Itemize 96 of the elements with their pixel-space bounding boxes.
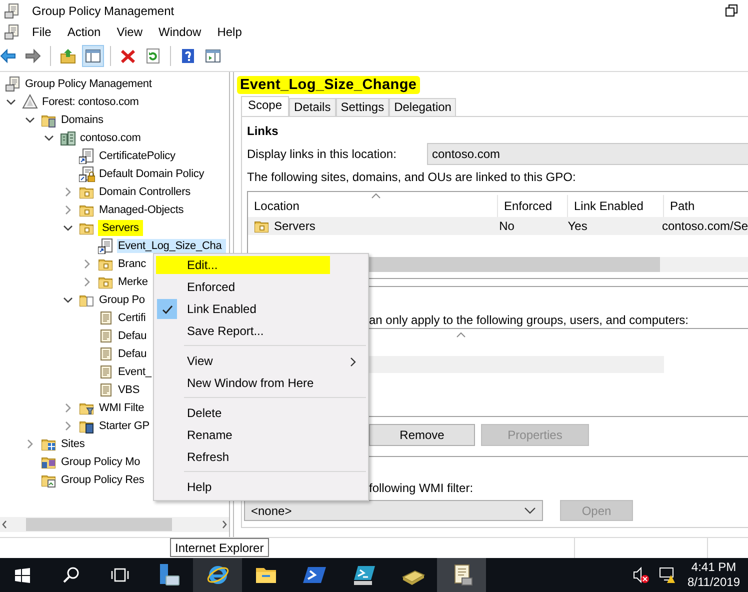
location-field[interactable]: contoso.com bbox=[427, 143, 748, 165]
tab[interactable]: Delegation bbox=[389, 98, 456, 116]
menu-item[interactable]: File bbox=[24, 22, 60, 40]
triangle-icon bbox=[22, 94, 38, 110]
toolbar-button[interactable] bbox=[82, 45, 104, 67]
tree-item[interactable]: Managed-Objects bbox=[98, 203, 185, 217]
tree-item[interactable]: Starter GP bbox=[98, 419, 150, 433]
folder-up-icon bbox=[60, 48, 76, 64]
delete-icon bbox=[120, 48, 136, 64]
console-icon bbox=[4, 24, 20, 40]
clock-date[interactable]: 8/11/2019 bbox=[688, 575, 740, 590]
table-cell-text: contoso.com/Se bbox=[660, 219, 748, 233]
browser-globe-icon[interactable] bbox=[206, 563, 230, 587]
menu-item[interactable]: View bbox=[154, 350, 368, 372]
remove-button[interactable]: Remove bbox=[369, 424, 475, 446]
menu-item[interactable]: Action bbox=[59, 22, 109, 40]
task-view-icon[interactable] bbox=[110, 566, 130, 584]
tree-item[interactable]: Defau bbox=[117, 347, 148, 361]
tooltip-text: Internet Explorer bbox=[175, 540, 264, 554]
column-header[interactable]: Path bbox=[664, 195, 748, 217]
menu-item[interactable]: Rename bbox=[154, 424, 368, 446]
restore-icon[interactable] bbox=[724, 2, 740, 18]
menu-item[interactable]: Link Enabled bbox=[154, 298, 368, 320]
refresh-icon bbox=[145, 48, 161, 64]
description-text: following WMI filter: bbox=[369, 481, 474, 495]
scroll-icon bbox=[98, 364, 114, 380]
forward-arrow-icon bbox=[25, 48, 41, 64]
wmi-filter-dropdown[interactable]: <none> bbox=[244, 500, 543, 521]
dropdown-chevron-icon[interactable] bbox=[524, 506, 536, 515]
menu-item[interactable]: Help bbox=[209, 22, 250, 40]
network-warning-icon[interactable] bbox=[658, 566, 676, 584]
menu-item[interactable]: Delete bbox=[154, 402, 368, 424]
description-text: an only apply to the following groups, users, and computers: bbox=[369, 313, 690, 327]
pane-icon bbox=[85, 48, 101, 64]
menu-item[interactable]: Enforced bbox=[154, 276, 368, 298]
tree-item[interactable]: Group Policy Mo bbox=[60, 455, 142, 469]
section-heading: Links bbox=[247, 123, 280, 140]
table-cell: Servers bbox=[274, 219, 316, 233]
menu-item[interactable]: Refresh bbox=[154, 446, 368, 468]
terminal-icon[interactable] bbox=[352, 563, 376, 587]
tab[interactable]: Settings bbox=[336, 98, 390, 116]
volume-muted-icon[interactable] bbox=[632, 566, 650, 584]
console-icon bbox=[5, 76, 21, 92]
tree-item[interactable]: WMI Filte bbox=[98, 401, 146, 415]
tree-item[interactable]: contoso.com bbox=[79, 131, 142, 145]
pane-icon bbox=[205, 48, 221, 64]
scroll-icon bbox=[98, 310, 114, 326]
window-title: Group Policy Management bbox=[32, 4, 174, 18]
tree-item[interactable]: Domain Controllers bbox=[98, 185, 192, 199]
help-icon bbox=[180, 48, 196, 64]
tree-item[interactable]: CertificatePolicy bbox=[98, 149, 176, 163]
scroll-icon bbox=[98, 328, 114, 344]
menu-item[interactable]: Window bbox=[150, 22, 210, 40]
menu-item[interactable]: Save Report... bbox=[154, 320, 368, 342]
menu-item[interactable]: Help bbox=[154, 476, 368, 498]
check-icon bbox=[160, 304, 174, 314]
menu-item[interactable]: New Window from Here bbox=[154, 372, 368, 394]
tree-item[interactable]: Defau bbox=[117, 329, 148, 343]
table-caption: The following sites, domains, and OUs are linked to this GPO: bbox=[247, 170, 577, 184]
horizontal-scrollbar[interactable] bbox=[0, 517, 229, 532]
tree-item[interactable]: Servers bbox=[98, 220, 143, 236]
tree-item[interactable]: Group Po bbox=[98, 293, 146, 307]
console-icon bbox=[4, 2, 20, 18]
field-label: Display links in this location: bbox=[247, 147, 398, 161]
sort-icon[interactable] bbox=[456, 332, 466, 338]
tree-item[interactable]: Group Policy Res bbox=[60, 473, 146, 487]
clock-time[interactable]: 4:41 PM bbox=[691, 560, 736, 575]
windows-logo-icon[interactable] bbox=[14, 566, 31, 584]
building-icon bbox=[60, 130, 76, 146]
tree-item[interactable]: Domains bbox=[60, 113, 104, 127]
tree-item[interactable]: Event_Log_Size_Cha bbox=[117, 239, 226, 253]
tab[interactable]: Details bbox=[289, 98, 336, 116]
tree-item[interactable]: Default Domain Policy bbox=[98, 167, 206, 181]
shortcut-document-icon bbox=[98, 238, 114, 254]
scroll-right-icon[interactable] bbox=[220, 519, 229, 530]
scroll-left-icon[interactable] bbox=[0, 519, 9, 530]
table-cell-text: No bbox=[498, 219, 516, 233]
gpo-title: Event_Log_Size_Change bbox=[237, 76, 420, 94]
tree-item[interactable]: Certifi bbox=[117, 311, 147, 325]
tree-item[interactable]: Branc bbox=[117, 257, 147, 271]
tree-item[interactable]: Sites bbox=[60, 437, 86, 451]
tree-item[interactable]: Group Policy Management bbox=[24, 77, 153, 91]
table-cell-text: Yes bbox=[566, 219, 588, 233]
tree-item[interactable]: Event_ bbox=[117, 365, 152, 379]
tree-item[interactable]: VBS bbox=[117, 383, 141, 397]
tree-item[interactable]: Merke bbox=[117, 275, 149, 289]
shortcut-document-icon bbox=[79, 148, 95, 164]
tab[interactable]: Scope bbox=[241, 96, 290, 116]
sort-icon[interactable] bbox=[371, 193, 381, 199]
back-arrow-icon bbox=[0, 48, 16, 64]
tree-item[interactable]: Forest: contoso.com bbox=[41, 95, 140, 109]
locked-document-icon bbox=[79, 166, 95, 182]
search-icon[interactable] bbox=[62, 566, 80, 584]
scroll-icon bbox=[98, 346, 114, 362]
menu-item[interactable]: View bbox=[108, 22, 150, 40]
scroll-icon bbox=[98, 382, 114, 398]
